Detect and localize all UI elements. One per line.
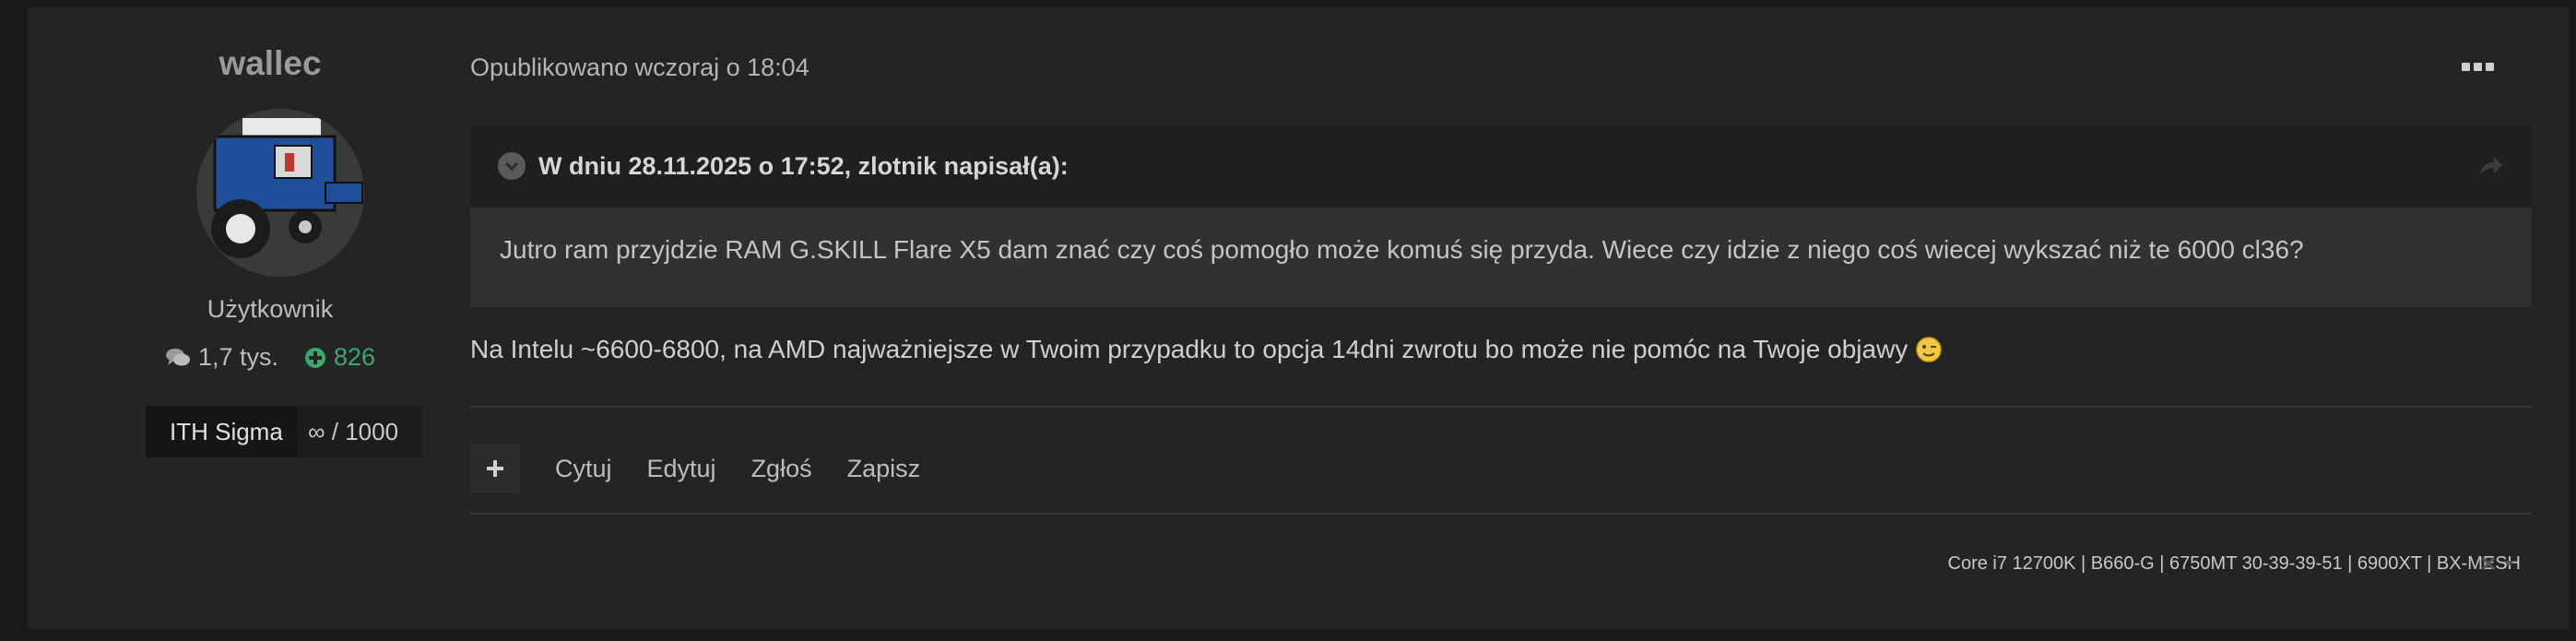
- post-count-value: 1,7 tys.: [197, 343, 278, 371]
- signature: Core i7 12700K | B660-G | 6750MT 30-39-3…: [1947, 553, 2521, 574]
- quote-citation: W dniu 28.11.2025 o 17:52, zlotnik napis…: [538, 151, 1069, 180]
- post-content: Opublikowano wczoraj o 18:04 W dniu 28.1…: [470, 7, 2559, 629]
- quote-header: W dniu 28.11.2025 o 17:52, zlotnik napis…: [470, 125, 2532, 208]
- badge-name: ITH Sigma: [170, 417, 283, 445]
- wink-emoji: [1916, 337, 1943, 362]
- post-actions: Cytuj Edytuj Zgłoś Zapisz: [470, 432, 2532, 505]
- save-button[interactable]: Zapisz: [847, 455, 921, 483]
- ellipsis-icon[interactable]: [2462, 59, 2495, 74]
- avatar[interactable]: [196, 109, 364, 277]
- close-icon[interactable]: [2480, 555, 2497, 572]
- quote-text: Jutro ram przyjdzie RAM G.SKILL Flare X5…: [500, 235, 2304, 264]
- post-count[interactable]: 1,7 tys.: [165, 343, 278, 372]
- post-body: Na Intelu ~6600-6800, na AMD najważniejs…: [470, 335, 1943, 364]
- reputation[interactable]: 826: [304, 343, 375, 372]
- plus-circle-icon: [304, 347, 325, 368]
- post-text: Na Intelu ~6600-6800, na AMD najważniejs…: [470, 335, 1908, 363]
- tractor-avatar-image: [196, 109, 364, 277]
- author-badge[interactable]: ITH Sigma ∞ / 1000: [146, 406, 422, 457]
- comments-icon: [165, 348, 190, 365]
- report-button[interactable]: Zgłoś: [751, 455, 812, 483]
- reputation-value: 826: [333, 343, 376, 371]
- forum-post: wallec Użytkownik 1,7 tys. 826 ITH Sigma…: [28, 7, 2569, 629]
- author-name[interactable]: wallec: [118, 44, 422, 83]
- caret-down-icon[interactable]: [2502, 559, 2515, 568]
- edit-button[interactable]: Edytuj: [647, 455, 716, 483]
- chevron-down-icon[interactable]: [498, 152, 526, 180]
- badge-value: ∞ / 1000: [297, 406, 422, 457]
- quote-block: W dniu 28.11.2025 o 17:52, zlotnik napis…: [470, 125, 2532, 307]
- post-timestamp[interactable]: Opublikowano wczoraj o 18:04: [470, 53, 809, 82]
- plus-icon[interactable]: [470, 444, 520, 493]
- quote-button[interactable]: Cytuj: [555, 455, 612, 483]
- signature-controls: [2480, 555, 2515, 572]
- divider: [470, 406, 2532, 408]
- divider: [470, 513, 2532, 515]
- share-arrow-icon[interactable]: [2476, 152, 2504, 180]
- author-rank: Użytkownik: [207, 295, 334, 323]
- author-stats: 1,7 tys. 826: [118, 343, 422, 372]
